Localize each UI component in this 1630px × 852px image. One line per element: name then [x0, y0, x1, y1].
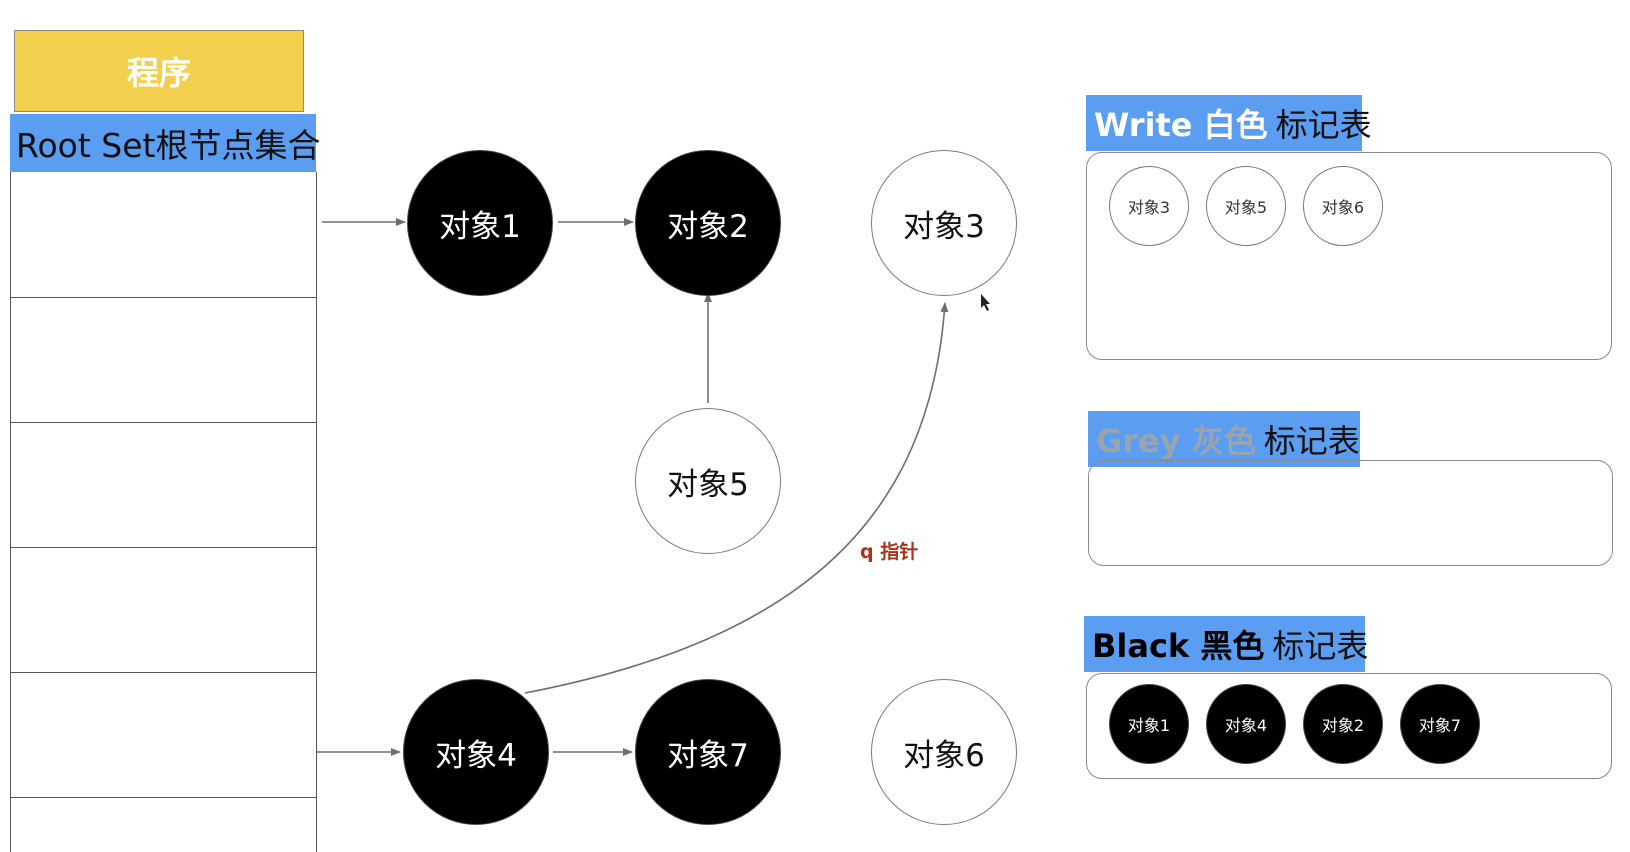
- node-obj2: 对象2: [635, 150, 781, 296]
- white-table-item: 对象6: [1303, 166, 1383, 246]
- cursor-icon: [981, 294, 990, 311]
- node-label: 对象4: [435, 737, 517, 774]
- black-table-item: 对象1: [1109, 684, 1189, 764]
- black-table-item: 对象4: [1206, 684, 1286, 764]
- grey-table-box: [1088, 460, 1613, 566]
- white-table-suffix: 标记表: [1275, 106, 1372, 144]
- node-label: 对象7: [667, 737, 749, 774]
- node-label: 对象1: [439, 208, 521, 245]
- node-obj1: 对象1: [407, 150, 553, 296]
- white-table-keyword: Write 白色: [1094, 106, 1268, 144]
- black-table-item: 对象7: [1400, 684, 1480, 764]
- node-label: 对象3: [903, 208, 985, 245]
- node-obj6: 对象6: [871, 679, 1017, 825]
- white-table-item: 对象5: [1206, 166, 1286, 246]
- black-table-suffix: 标记表: [1272, 627, 1369, 665]
- node-label: 对象6: [903, 737, 985, 774]
- black-table-item: 对象2: [1303, 684, 1383, 764]
- node-obj3: 对象3: [871, 150, 1017, 296]
- node-obj4: 对象4: [403, 679, 549, 825]
- grey-table-keyword: Grey 灰色: [1096, 422, 1256, 460]
- node-label: 对象5: [667, 466, 749, 503]
- q-pointer-label: q 指针: [860, 541, 919, 563]
- black-table-keyword: Black 黑色: [1092, 627, 1265, 665]
- grey-table-suffix: 标记表: [1263, 422, 1360, 460]
- white-table-item: 对象3: [1109, 166, 1189, 246]
- white-table-label: Write 白色 标记表: [1086, 95, 1372, 151]
- node-label: 对象2: [667, 208, 749, 245]
- node-obj7: 对象7: [635, 679, 781, 825]
- black-table-box: 对象1 对象4 对象2 对象7: [1086, 673, 1612, 779]
- black-table-label: Black 黑色 标记表: [1084, 616, 1369, 672]
- white-table-box: 对象3 对象5 对象6: [1086, 152, 1612, 360]
- node-obj5: 对象5: [635, 408, 781, 554]
- grey-table-label: Grey 灰色 标记表: [1088, 411, 1360, 467]
